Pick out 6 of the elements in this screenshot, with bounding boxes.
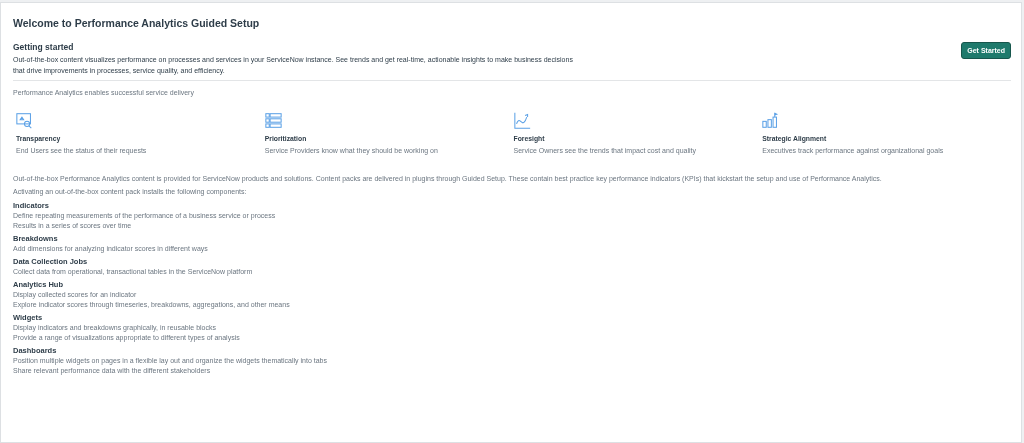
- section-heading: Getting started: [13, 42, 75, 52]
- page-title: Welcome to Performance Analytics Guided Setup: [13, 17, 261, 29]
- magnifier-screen-icon: [16, 112, 33, 129]
- list-icon: [264, 112, 282, 129]
- trend-chart-icon: [513, 112, 531, 129]
- bar-chart-flag-icon: [762, 112, 780, 129]
